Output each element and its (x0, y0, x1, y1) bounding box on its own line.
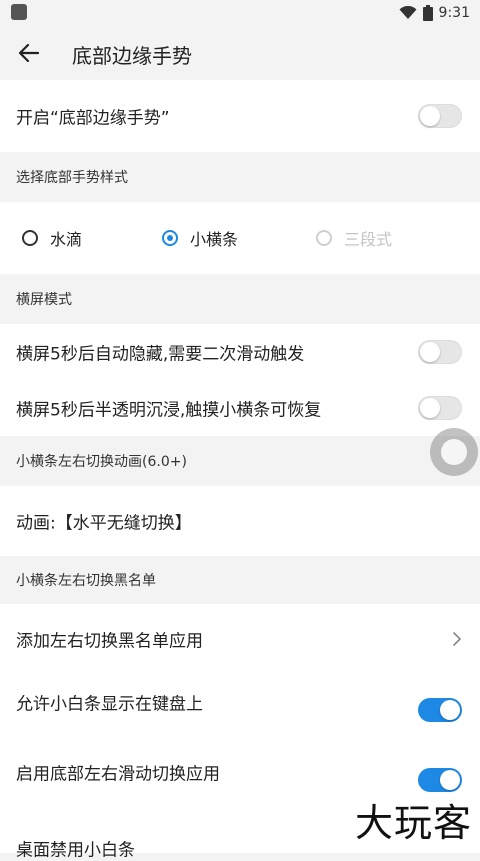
radio-water-drop[interactable]: 水滴 (22, 226, 82, 250)
toggle-knob (440, 700, 460, 720)
blacklist-add-row[interactable]: 添加左右切换黑名单应用 (0, 604, 480, 674)
animation-label: 动画:【水平无缝切换】 (16, 513, 192, 534)
toggle-knob (420, 342, 440, 362)
landscape-autohide-toggle[interactable] (418, 340, 462, 364)
toggle-knob (420, 398, 440, 418)
section-style-header: 选择底部手势样式 (0, 152, 480, 202)
floating-ball-core (441, 439, 467, 465)
app-bar: 底部边缘手势 (0, 26, 480, 80)
radio-small-bar[interactable]: 小横条 (162, 226, 238, 250)
enable-gesture-toggle[interactable] (418, 104, 462, 128)
toggle-knob (440, 770, 460, 790)
radio-label: 三段式 (344, 230, 393, 249)
landscape-translucent-toggle[interactable] (418, 396, 462, 420)
arrow-left-icon (19, 44, 39, 62)
radio-label: 水滴 (50, 230, 83, 249)
style-options-row: 水滴 小横条 三段式 (0, 202, 480, 274)
keyboard-bar-row[interactable]: 允许小白条显示在键盘上 (0, 674, 480, 744)
landscape-translucent-row[interactable]: 横屏5秒后半透明沉浸,触摸小横条可恢复 (0, 380, 480, 436)
landscape-translucent-label: 横屏5秒后半透明沉浸,触摸小横条可恢复 (16, 400, 322, 421)
section-animation-header: 小横条左右切换动画(6.0+) (0, 436, 480, 486)
radio-circle (316, 230, 332, 246)
landscape-autohide-row[interactable]: 横屏5秒后自动隐藏,需要二次滑动触发 (0, 324, 480, 380)
page-title: 底部边缘手势 (72, 44, 192, 68)
toggle-knob (420, 106, 440, 126)
chevron-right-icon (453, 632, 461, 646)
wifi-icon (399, 6, 417, 19)
section-style-label: 选择底部手势样式 (16, 170, 128, 186)
section-animation-label: 小横条左右切换动画(6.0+) (16, 454, 187, 470)
section-landscape-label: 横屏模式 (16, 292, 72, 308)
app-square-icon (11, 4, 27, 20)
blacklist-add-label: 添加左右切换黑名单应用 (16, 631, 203, 652)
desktop-disable-label: 桌面禁用小白条 (16, 840, 135, 861)
section-blacklist-label: 小横条左右切换黑名单 (16, 573, 156, 589)
landscape-autohide-label: 横屏5秒后自动隐藏,需要二次滑动触发 (16, 344, 305, 365)
back-button[interactable] (14, 38, 44, 68)
radio-label: 小横条 (190, 230, 239, 249)
keyboard-bar-toggle[interactable] (418, 698, 462, 722)
status-bar: 9:31 (0, 0, 480, 26)
animation-row[interactable]: 动画:【水平无缝切换】 (0, 486, 480, 556)
watermark: 大玩客 (354, 801, 472, 845)
swipe-switch-toggle[interactable] (418, 768, 462, 792)
section-landscape-header: 横屏模式 (0, 274, 480, 324)
radio-three-segment[interactable]: 三段式 (316, 226, 392, 250)
status-right: 9:31 (399, 3, 470, 23)
battery-icon (422, 5, 433, 21)
floating-ball[interactable] (430, 428, 478, 476)
keyboard-bar-label: 允许小白条显示在键盘上 (16, 694, 203, 715)
section-blacklist-header: 小横条左右切换黑名单 (0, 556, 480, 604)
radio-circle (162, 230, 178, 246)
status-time: 9:31 (438, 5, 470, 21)
radio-circle (22, 230, 38, 246)
swipe-switch-label: 启用底部左右滑动切换应用 (16, 764, 220, 785)
enable-gesture-row[interactable]: 开启“底部边缘手势” (0, 80, 480, 152)
enable-gesture-label: 开启“底部边缘手势” (16, 108, 170, 129)
